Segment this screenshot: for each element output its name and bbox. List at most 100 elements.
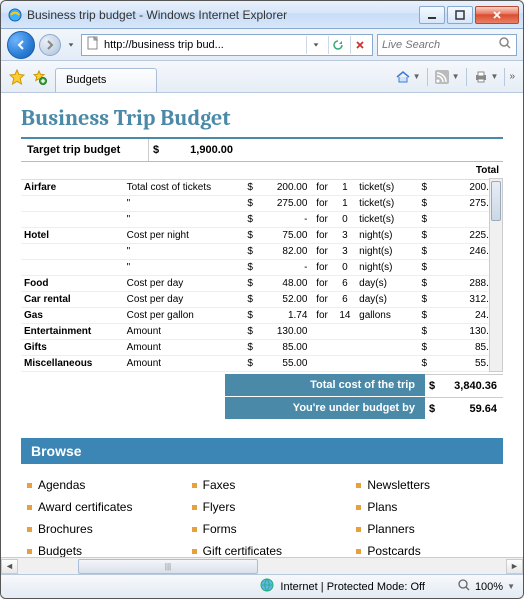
link-text: Brochures <box>38 522 93 536</box>
content-area[interactable]: Business Trip Budget Target trip budget … <box>1 93 523 557</box>
search-icon[interactable] <box>498 36 512 53</box>
refresh-button[interactable] <box>328 36 346 54</box>
summary-row: You're under budget by$59.64 <box>21 397 503 420</box>
minimize-button[interactable] <box>419 6 445 24</box>
stop-button[interactable] <box>350 36 368 54</box>
table-row: "$275.00for1ticket(s)$275.00 <box>21 196 503 212</box>
cell-category: Gas <box>21 308 124 324</box>
cell-category: Hotel <box>21 228 124 244</box>
budget-table: Total AirfareTotal cost of tickets$200.0… <box>21 162 503 372</box>
browse-link[interactable]: Newsletters <box>356 474 497 496</box>
cell-for: for <box>310 308 333 324</box>
summary-cur: $ <box>425 397 441 420</box>
internet-zone-icon <box>260 578 274 595</box>
cell-unit: day(s) <box>356 292 417 308</box>
address-bar[interactable] <box>81 34 373 56</box>
scrollbar-thumb[interactable] <box>491 181 501 221</box>
favorites-button[interactable] <box>7 67 27 87</box>
browse-column: AgendasAward certificates Brochures Budget… <box>27 474 168 557</box>
browse-column: FaxesFlyersFormsGift certificates <box>192 474 333 557</box>
tab-label: Budgets <box>66 74 106 86</box>
browse-link[interactable]: Brochures <box>27 518 168 540</box>
cell-amount: 75.00 <box>258 228 311 244</box>
cell-totcur: $ <box>417 180 432 196</box>
cell-for: for <box>310 196 333 212</box>
url-input[interactable] <box>104 39 302 51</box>
browse-link[interactable]: Faxes <box>192 474 333 496</box>
table-row: HotelCost per night$75.00for3night(s)$22… <box>21 228 503 244</box>
cell-totcur: $ <box>417 292 432 308</box>
scroll-right-button[interactable]: ► <box>506 559 523 574</box>
search-box[interactable] <box>377 34 517 56</box>
browse-columns: AgendasAward certificates Brochures Budget… <box>21 464 503 557</box>
browse-column: Newsletters Plans PlannersPostcards <box>356 474 497 557</box>
tab-budgets[interactable]: Budgets <box>55 68 157 92</box>
cell-amount: - <box>258 260 311 276</box>
status-text: Internet | Protected Mode: Off <box>280 581 425 593</box>
cell-cur: $ <box>243 308 258 324</box>
summary-label: You're under budget by <box>225 397 425 420</box>
print-button[interactable]: ▼ <box>469 66 503 88</box>
cell-category: Car rental <box>21 292 124 308</box>
separator <box>427 68 428 86</box>
status-bar: Internet | Protected Mode: Off 100% ▼ <box>1 574 523 598</box>
browse-link[interactable]: Flyers <box>192 496 333 518</box>
cell-cur: $ <box>243 228 258 244</box>
cell-amount: 85.00 <box>258 340 311 356</box>
table-scrollbar[interactable] <box>489 178 503 372</box>
close-button[interactable] <box>475 6 519 24</box>
maximize-button[interactable] <box>447 6 473 24</box>
cell-amount: 130.00 <box>258 324 311 340</box>
cell-totcur: $ <box>417 212 432 228</box>
scroll-track[interactable]: ||| <box>18 559 506 574</box>
table-row: "$82.00for3night(s)$246.00 <box>21 244 503 260</box>
toolbar-overflow[interactable]: » <box>507 71 517 82</box>
cell-cur: $ <box>243 356 258 372</box>
back-button[interactable] <box>7 31 35 59</box>
browse-link[interactable]: Agendas <box>27 474 168 496</box>
browse-link[interactable]: Postcards <box>356 540 497 557</box>
target-amount: 1,900.00 <box>167 139 239 161</box>
home-button[interactable]: ▼ <box>391 66 425 88</box>
table-row: "$-for0night(s)$- <box>21 260 503 276</box>
browse-link[interactable]: Award certificates <box>27 496 168 518</box>
feeds-button[interactable]: ▼ <box>430 66 464 88</box>
forward-button[interactable] <box>39 34 61 56</box>
browse-link[interactable]: Planners <box>356 518 497 540</box>
scroll-left-button[interactable]: ◄ <box>1 559 18 574</box>
target-budget-row: Target trip budget $ 1,900.00 <box>21 137 503 162</box>
cell-for: for <box>310 212 333 228</box>
cell-for: for <box>310 260 333 276</box>
cell-desc: Amount <box>124 324 243 340</box>
nav-history-dropdown[interactable] <box>65 35 77 55</box>
browse-link[interactable]: Gift certificates <box>192 540 333 557</box>
cell-totcur: $ <box>417 244 432 260</box>
link-text: Plans <box>367 500 397 514</box>
cell-for <box>310 356 333 372</box>
search-input[interactable] <box>382 39 494 51</box>
table-row: FoodCost per day$48.00for6day(s)$288.00 <box>21 276 503 292</box>
browse-link[interactable]: Plans <box>356 496 497 518</box>
add-favorite-button[interactable] <box>29 67 49 87</box>
cell-for: for <box>310 228 333 244</box>
table-row: GasCost per gallon$1.74for14gallons$24.3… <box>21 308 503 324</box>
cell-unit: ticket(s) <box>356 196 417 212</box>
cell-unit <box>356 340 417 356</box>
budget-table-wrap: Total AirfareTotal cost of tickets$200.0… <box>21 162 503 372</box>
browse-link[interactable]: Forms <box>192 518 333 540</box>
cell-desc: Cost per gallon <box>124 308 243 324</box>
scroll-thumb[interactable]: ||| <box>78 559 258 574</box>
cell-cur: $ <box>243 196 258 212</box>
browse-link[interactable]: Budgets <box>27 540 168 557</box>
address-dropdown[interactable] <box>306 36 324 54</box>
cell-unit: ticket(s) <box>356 212 417 228</box>
page-title: Business Trip Budget <box>21 105 503 131</box>
bullet-icon <box>356 505 361 510</box>
bullet-icon <box>356 483 361 488</box>
cell-cur: $ <box>243 340 258 356</box>
horizontal-scrollbar[interactable]: ◄ ||| ► <box>1 557 523 574</box>
bullet-icon <box>27 549 32 554</box>
zoom-control[interactable]: 100% ▼ <box>457 578 515 595</box>
cell-for: for <box>310 244 333 260</box>
cell-qty: 0 <box>334 212 357 228</box>
